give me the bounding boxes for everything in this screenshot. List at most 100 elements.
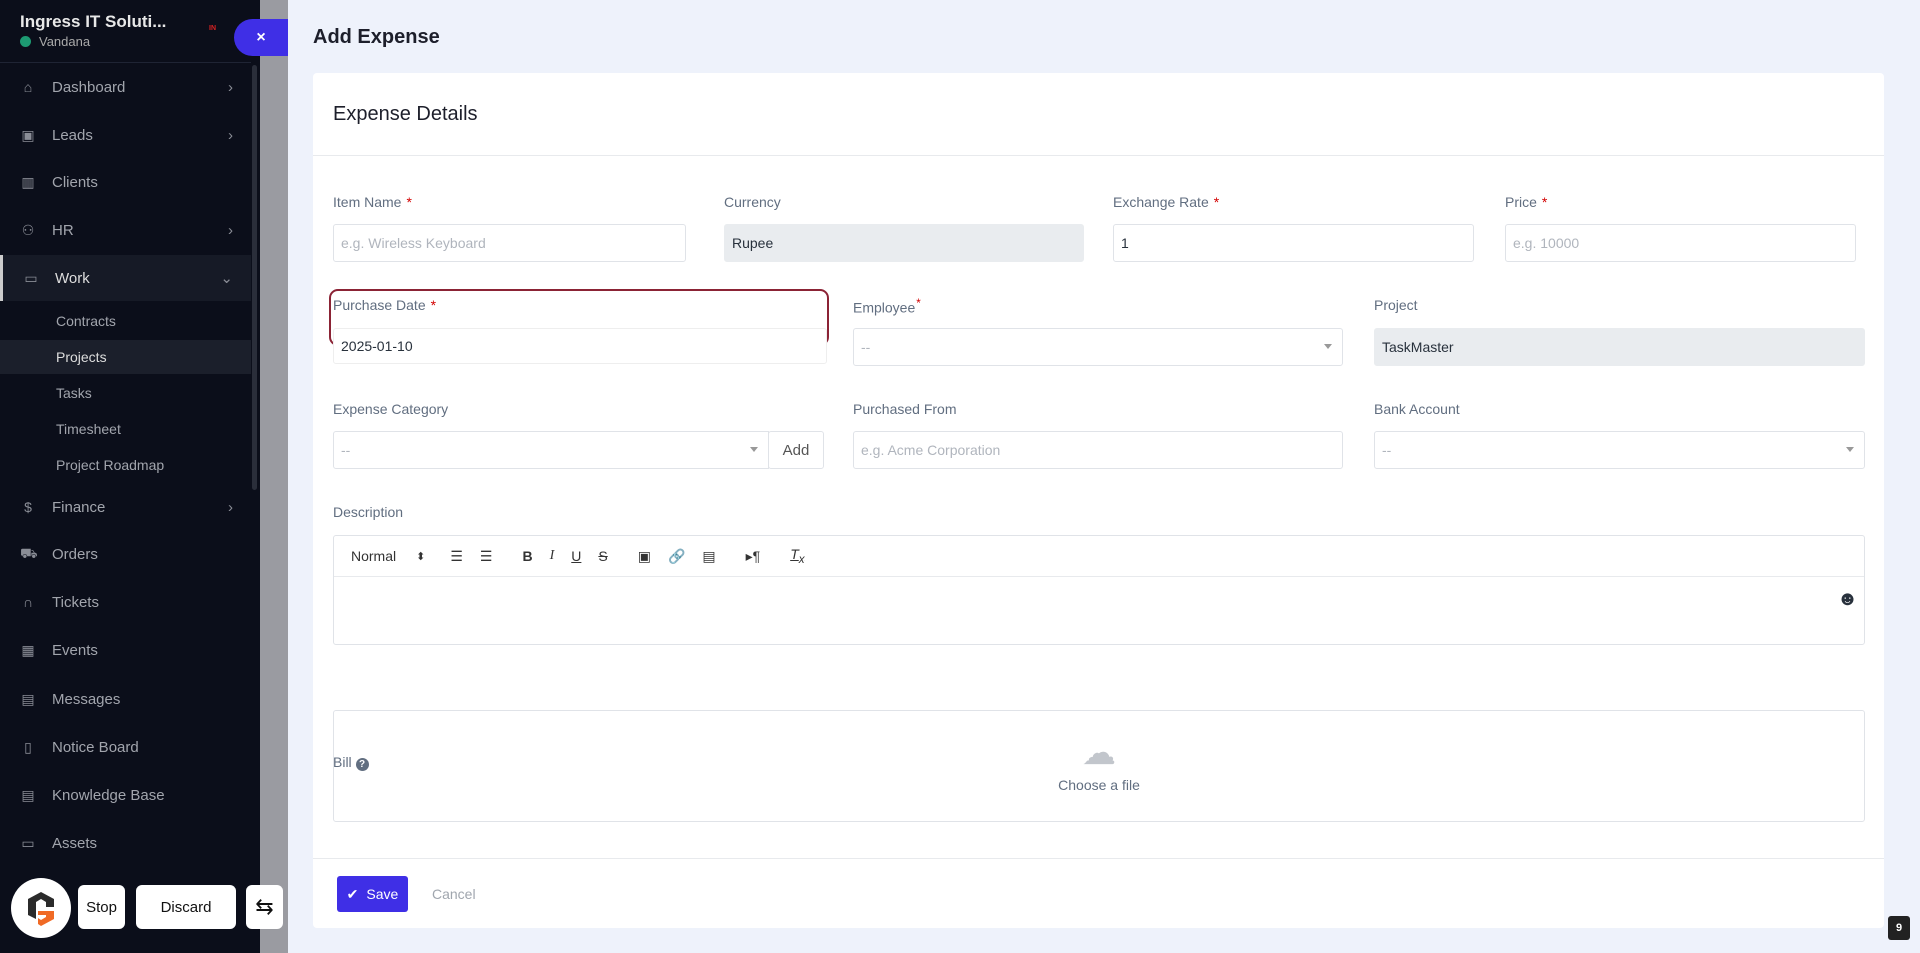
sidebar-subitem-timesheet[interactable]: Timesheet — [0, 412, 251, 446]
sidebar-item-work[interactable]: ▭ Work ⌄ — [0, 255, 251, 301]
emoji-icon[interactable]: ☻ — [1837, 588, 1858, 611]
sidebar-scrollbar[interactable] — [252, 65, 257, 490]
cancel-button[interactable]: Cancel — [432, 886, 476, 902]
chevron-down-icon — [750, 447, 758, 456]
underline-icon[interactable]: U — [571, 548, 581, 564]
currency-label: Currency — [724, 194, 781, 210]
add-category-button[interactable]: Add — [768, 431, 824, 469]
cloud-upload-icon: ☁ — [1082, 734, 1116, 772]
link-icon[interactable]: 🔗 — [668, 548, 685, 565]
format-select[interactable]: Normal — [351, 548, 396, 564]
sidebar-item-dashboard[interactable]: ⌂ Dashboard › — [0, 64, 251, 110]
section-title: Expense Details — [333, 103, 478, 125]
chevron-icon: › — [228, 498, 233, 516]
description-editor: Normal ⬍ ☰ ☰ B I U S ▣ 🔗 ▤ ▸¶ Tx ☻ — [333, 535, 1865, 645]
chevron-icon: › — [228, 221, 233, 239]
clear-format-icon[interactable]: Tx — [790, 546, 804, 566]
chevron-icon: ⌄ — [220, 270, 233, 287]
video-icon[interactable]: ▤ — [702, 548, 715, 565]
sidebar-item-notice-board[interactable]: ▯ Notice Board — [0, 724, 251, 770]
divider — [313, 858, 1884, 859]
employee-select[interactable]: -- — [853, 328, 1343, 366]
home-icon: ⌂ — [23, 79, 33, 95]
purchase-date-label: Purchase Date * — [333, 297, 437, 313]
company-name[interactable]: Ingress IT Soluti... — [20, 12, 166, 32]
chevron-icon: › — [228, 126, 233, 144]
chevron-down-icon — [1324, 344, 1332, 353]
expense-form-card: Expense Details Item Name * e.g. Wireless… — [313, 73, 1884, 928]
project-label: Project — [1374, 297, 1418, 313]
currency-input[interactable]: Rupee — [724, 224, 1084, 262]
purchase-date-input[interactable]: 2025-01-10 — [333, 328, 827, 364]
sidebar-item-events[interactable]: ▦ Events — [0, 627, 251, 673]
stop-button[interactable]: Stop — [78, 885, 125, 929]
building-icon: ▥ — [21, 173, 35, 190]
updown-icon[interactable]: ⬍ — [416, 550, 425, 563]
user-status: Vandana — [20, 34, 90, 49]
backdrop — [260, 0, 288, 953]
online-status-icon — [20, 36, 31, 47]
sidebar-item-knowledge-base[interactable]: ▤ Knowledge Base — [0, 772, 251, 818]
sidebar-item-messages[interactable]: ▤ Messages — [0, 676, 251, 722]
chat-icon: ▤ — [21, 690, 35, 707]
check-icon: ✔ — [346, 885, 359, 902]
users-icon: ⚇ — [21, 221, 35, 238]
calendar-icon: ▦ — [21, 641, 35, 658]
monitor-icon: ▭ — [21, 834, 35, 851]
expense-category-select[interactable]: -- — [333, 431, 769, 469]
text-direction-icon[interactable]: ▸¶ — [746, 548, 761, 565]
divider — [0, 62, 251, 63]
sidebar-subitem-contracts[interactable]: Contracts — [0, 304, 251, 338]
bill-dropzone[interactable]: ☁ Choose a file — [333, 710, 1865, 822]
purchased-from-label: Purchased From — [853, 401, 957, 417]
bank-account-select[interactable]: -- — [1374, 431, 1865, 469]
italic-icon[interactable]: I — [550, 548, 555, 564]
discard-button[interactable]: Discard — [136, 885, 236, 929]
project-input[interactable]: TaskMaster — [1374, 328, 1865, 366]
close-button[interactable]: × — [234, 19, 288, 56]
page-title: Add Expense — [313, 26, 440, 48]
exchange-rate-label: Exchange Rate * — [1113, 194, 1220, 210]
employee-label: Employee* — [853, 297, 921, 316]
ordered-list-icon[interactable]: ☰ — [450, 548, 463, 565]
logo-badge: IN — [209, 25, 216, 32]
item-name-input[interactable]: e.g. Wireless Keyboard — [333, 224, 686, 262]
document-icon: ▤ — [21, 786, 35, 803]
clipboard-icon: ▯ — [24, 738, 32, 755]
sidebar-item-assets[interactable]: ▭ Assets — [0, 820, 251, 866]
bullet-list-icon[interactable]: ☰ — [480, 548, 493, 565]
purchased-from-input[interactable]: e.g. Acme Corporation — [853, 431, 1343, 469]
exchange-rate-input[interactable]: 1 — [1113, 224, 1474, 262]
chevron-down-icon — [1846, 447, 1854, 456]
sidebar-item-finance[interactable]: $ Finance › — [0, 484, 251, 530]
chevron-icon: › — [228, 78, 233, 96]
item-name-label: Item Name * — [333, 194, 412, 210]
sidebar-subitem-projects[interactable]: Projects — [0, 340, 251, 374]
cart-icon: ⛟ — [20, 544, 38, 561]
choose-file-label: Choose a file — [1058, 777, 1140, 793]
save-button[interactable]: ✔ Save — [337, 876, 408, 912]
editor-toolbar: Normal ⬍ ☰ ☰ B I U S ▣ 🔗 ▤ ▸¶ Tx — [334, 536, 1864, 577]
description-label: Description — [333, 504, 404, 520]
bank-account-label: Bank Account — [1374, 401, 1460, 417]
sidebar-subitem-tasks[interactable]: Tasks — [0, 376, 251, 410]
price-label: Price * — [1505, 194, 1548, 210]
price-input[interactable]: e.g. 10000 — [1505, 224, 1856, 262]
expense-category-label: Expense Category — [333, 401, 449, 417]
page-badge: 9 — [1888, 916, 1910, 940]
image-icon[interactable]: ▣ — [638, 548, 651, 565]
sidebar: Ingress IT Soluti... Vandana IN ⌂ Dashboa… — [0, 0, 260, 953]
sidebar-item-leads[interactable]: ▣ Leads › — [0, 112, 251, 158]
sidebar-item-tickets[interactable]: ∩ Tickets — [0, 579, 251, 625]
app-logo[interactable] — [11, 878, 71, 938]
sidebar-item-orders[interactable]: ⛟ Orders — [0, 531, 251, 577]
sidebar-subitem-project-roadmap[interactable]: Project Roadmap — [0, 448, 251, 482]
id-card-icon: ▣ — [21, 126, 35, 143]
sidebar-item-clients[interactable]: ▥ Clients — [0, 159, 251, 205]
sidebar-item-hr[interactable]: ⚇ HR › — [0, 207, 251, 253]
swap-icon[interactable]: ⇆ — [246, 885, 283, 929]
strikethrough-icon[interactable]: S — [598, 548, 607, 564]
briefcase-icon: ▭ — [24, 269, 38, 286]
bold-icon[interactable]: B — [522, 548, 532, 564]
dollar-icon: $ — [24, 499, 32, 515]
